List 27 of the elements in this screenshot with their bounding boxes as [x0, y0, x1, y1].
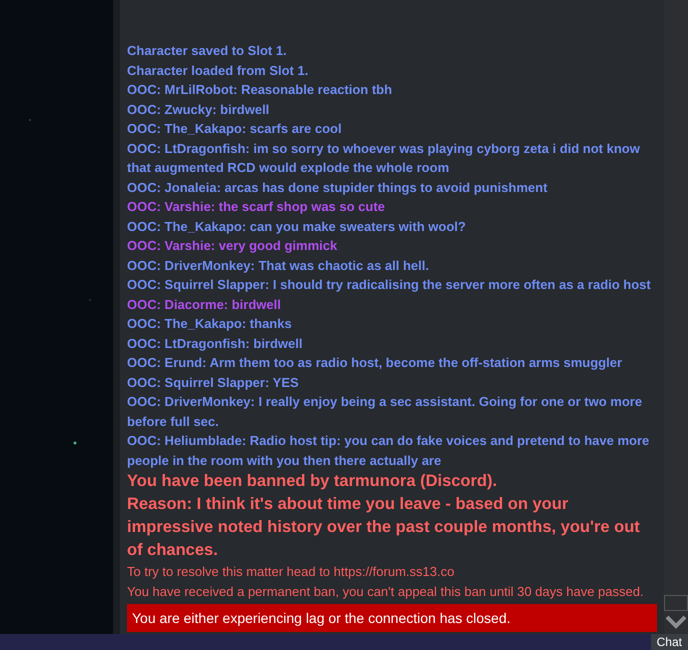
ooc-message: OOC: LtDragonfish: birdwell [127, 334, 304, 353]
ooc-message: OOC: Heliumblade: Radio host tip: you can do fake voices and pretend to have more people in the room with you then there actually are [127, 432, 650, 470]
ooc-message: OOC: Diacorme: birdwell [127, 296, 282, 314]
system-message: Character saved to Slot 1. [127, 42, 288, 60]
ooc-message: OOC: Squirrel Slapper: YES [127, 374, 300, 392]
ooc-message: OOC: Erund: Arm them too as radio host, become the off-station arms smuggler [127, 354, 624, 372]
ban-message: You have been banned by tarmunora (Discord). [127, 471, 498, 492]
notice-message: To try to resolve this matter head to https://forum.ss13.co [127, 563, 456, 581]
ooc-message: OOC: The_Kakapo: thanks [127, 315, 293, 333]
chat-tab[interactable]: Chat [650, 634, 688, 650]
ooc-message: OOC: DriverMonkey: That was chaotic as all hell. [127, 256, 430, 275]
ooc-message: OOC: LtDragonfish: im so sorry to whoever was playing cyborg zeta i did not know that augmented RCD would explode the whole room [127, 140, 641, 177]
ooc-message: OOC: Varshie: very good gimmick [127, 237, 338, 255]
notice-message: You have received a permanent ban, you can't appeal this ban until 30 days have passed. [127, 583, 645, 601]
ban-message: Reason: I think it's about time you leave - based on your impressive noted history over the past couple months, you're out of chances. [127, 494, 641, 561]
ooc-message: OOC: Jonaleia: arcas has done stupider things to avoid punishment [127, 178, 548, 197]
ooc-message: OOC: The_Kakapo: can you make sweaters with wool? [127, 218, 467, 236]
ooc-message: OOC: Zwucky: birdwell [127, 100, 270, 119]
ooc-message: OOC: Varshie: the scarf shop was so cute [127, 198, 386, 216]
ooc-message: OOC: MrLilRobot: Reasonable reaction tbh [127, 81, 394, 99]
ooc-message: OOC: Squirrel Slapper: I should try radicalising the server more often as a radio host [127, 276, 652, 294]
scroll-thumb[interactable] [664, 595, 688, 611]
connection-warning: You are either experiencing lag or the connection has closed. [127, 604, 657, 632]
ooc-message: OOC: DriverMonkey: I really enjoy being a sec assistant. Going for one or two more before full sec. [127, 393, 644, 430]
chevron-down-icon[interactable] [665, 614, 687, 630]
ooc-message: OOC: The_Kakapo: scarfs are cool [127, 120, 343, 138]
system-message: Character loaded from Slot 1. [127, 62, 310, 80]
